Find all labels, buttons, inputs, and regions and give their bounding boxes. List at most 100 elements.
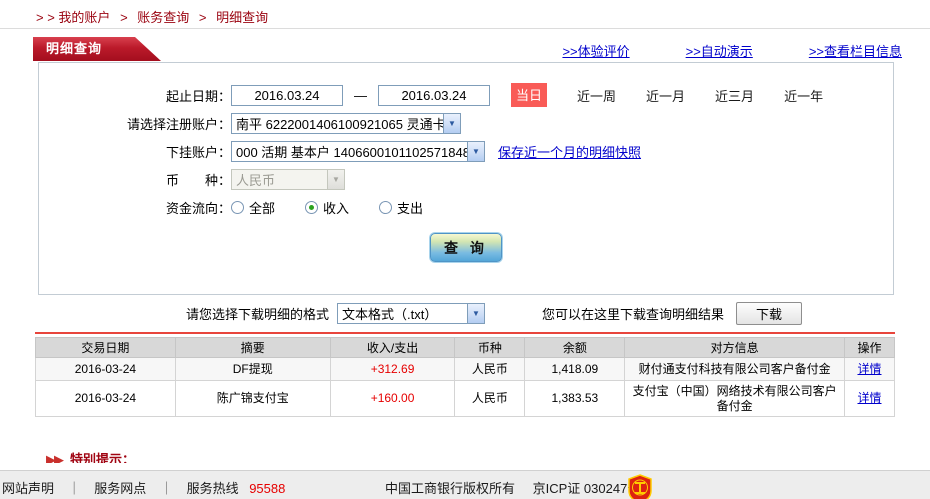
date-dash: — [354, 87, 367, 103]
flow-radio-income[interactable]: 收入 [305, 198, 349, 217]
header-counterparty: 对方信息 [624, 337, 845, 358]
download-format-label: 请您选择下载明细的格式 [186, 307, 330, 322]
hotline-label: 服务热线 [186, 481, 239, 496]
quick-range-month[interactable]: 近一月 [646, 86, 685, 105]
copyright-text: 中国工商银行版权所有 [385, 481, 516, 496]
detail-link[interactable]: 详情 [857, 391, 881, 405]
currency-row: 币 种： 人民币 ▼ [39, 165, 893, 193]
chevron-down-icon: ▼ [327, 169, 344, 189]
sub-account-select[interactable]: 000 活期 基本户 1406600101102571848 ▼ [231, 140, 485, 162]
radio-checked-icon [305, 200, 319, 214]
radio-icon [379, 200, 393, 214]
section-tab-title: 明细查询 [33, 37, 161, 61]
chevron-down-icon: ▼ [467, 304, 485, 323]
flow-radio-all-label: 全部 [249, 200, 276, 216]
download-hint: 您可以在这里下载查询明细结果 [542, 307, 725, 322]
breadcrumb-item-account-query[interactable]: 账务查询 [137, 10, 189, 25]
query-form: 起止日期： — 当日 近一周 近一月 近三月 近一年 请选择注册账户： 南平 6… [38, 62, 894, 295]
footer-separator: ｜ [67, 481, 81, 496]
top-divider [0, 28, 930, 29]
flow-radio-expense-label: 支出 [397, 200, 424, 216]
flow-row: 资金流向： 全部 收入 支出 [39, 193, 893, 221]
currency-value: 人民币 [236, 172, 276, 188]
breadcrumb-separator: > [198, 10, 207, 25]
flow-radio-group: 全部 收入 支出 [231, 198, 453, 217]
header-links: >>体验评价 >>自动演示 >>查看栏目信息 [562, 41, 902, 60]
header-currency: 币种 [454, 337, 526, 358]
hotline-number: 95588 [249, 481, 286, 496]
breadcrumb: > > 我的账户 > 账务查询 > 明细查询 [36, 7, 268, 26]
table-header-row: 交易日期 摘要 收入/支出 币种 余额 对方信息 操作 [35, 337, 895, 358]
breadcrumb-separator: > [120, 10, 128, 25]
breadcrumb-item-my-account[interactable]: 我的账户 [58, 10, 110, 25]
header-balance: 余额 [524, 337, 626, 358]
quick-range-today[interactable]: 当日 [511, 83, 548, 107]
auto-demo-link[interactable]: >>自动演示 [686, 41, 753, 60]
cell-counterparty: 财付通支付科技有限公司客户备付金 [624, 357, 845, 381]
cell-amount: +160.00 [329, 380, 456, 417]
query-button-row: 查 询 [39, 233, 893, 262]
date-from-input[interactable] [231, 84, 343, 106]
cell-currency: 人民币 [454, 357, 526, 381]
table-row: 2016-03-24 陈广锦支付宝 +160.00 人民币 1,383.53 支… [35, 380, 895, 417]
flow-radio-all[interactable]: 全部 [231, 198, 275, 217]
footer: 网站声明 ｜ 服务网点 ｜ 服务热线 95588 中国工商银行版权所有 京ICP… [0, 470, 930, 499]
currency-select: 人民币 ▼ [231, 168, 345, 190]
date-range-label: 起止日期： [165, 88, 231, 104]
cell-balance: 1,383.53 [524, 380, 626, 417]
breadcrumb-item-detail-query[interactable]: 明细查询 [216, 10, 268, 25]
cell-balance: 1,418.09 [524, 357, 626, 381]
cell-date: 2016-03-24 [35, 357, 176, 381]
radio-icon [231, 200, 244, 214]
site-statement-link[interactable]: 网站声明 [2, 481, 54, 496]
sub-account-row: 下挂账户： 000 活期 基本户 1406600101102571848 ▼ 保… [39, 137, 893, 165]
register-account-select[interactable]: 南平 6222001406100921065 灵通卡 ▼ [231, 112, 461, 134]
download-format-select[interactable]: 文本格式（.txt） ▼ [337, 303, 486, 324]
flow-radio-expense[interactable]: 支出 [379, 198, 423, 217]
quick-range-week[interactable]: 近一周 [577, 86, 616, 105]
experience-review-link[interactable]: >>体验评价 [562, 41, 629, 60]
security-shield-icon [628, 474, 652, 499]
quick-range-year[interactable]: 近一年 [784, 86, 823, 105]
header-summary: 摘要 [174, 337, 331, 358]
download-format-value: 文本格式（.txt） [342, 307, 438, 322]
table-row: 2016-03-24 DF提现 +312.69 人民币 1,418.09 财付通… [35, 357, 895, 381]
detail-link[interactable]: 详情 [857, 362, 881, 376]
cell-date: 2016-03-24 [35, 380, 176, 417]
breadcrumb-prefix: > > [36, 10, 55, 25]
page: > > 我的账户 > 账务查询 > 明细查询 明细查询 >>体验评价 >>自动演… [0, 0, 930, 499]
date-to-input[interactable] [378, 84, 490, 106]
sub-account-label: 下挂账户： [165, 144, 231, 160]
icp-number: 京ICP证 030247号 [532, 481, 641, 496]
download-button[interactable]: 下载 [736, 302, 803, 325]
table-top-red-divider [35, 332, 895, 334]
service-outlets-link[interactable]: 服务网点 [94, 481, 146, 496]
header-amount: 收入/支出 [329, 337, 456, 358]
snapshot-link[interactable]: 保存近一个月的明细快照 [498, 142, 641, 161]
cell-amount: +312.69 [329, 357, 456, 381]
notice-text: 特别提示： [70, 452, 136, 463]
cell-summary: 陈广锦支付宝 [174, 380, 331, 417]
query-button[interactable]: 查 询 [430, 233, 502, 262]
notice-arrows-icon: ▶▶ [46, 452, 64, 463]
result-table: 交易日期 摘要 收入/支出 币种 余额 对方信息 操作 2016-03-24 D… [35, 337, 895, 417]
header-action: 操作 [844, 337, 895, 358]
quick-range-quarter[interactable]: 近三月 [715, 86, 754, 105]
cell-summary: DF提现 [174, 357, 331, 381]
column-info-link[interactable]: >>查看栏目信息 [809, 41, 902, 60]
register-account-row: 请选择注册账户： 南平 6222001406100921065 灵通卡 ▼ [39, 109, 893, 137]
header-date: 交易日期 [35, 337, 176, 358]
footer-links: 网站声明 ｜ 服务网点 ｜ 服务热线 95588 [2, 478, 285, 497]
cell-currency: 人民币 [454, 380, 526, 417]
footer-separator: ｜ [159, 481, 173, 496]
chevron-down-icon: ▼ [467, 141, 484, 161]
download-row: 请您选择下载明细的格式 文本格式（.txt） ▼ 您可以在这里下载查询明细结果 … [38, 301, 894, 326]
register-account-label: 请选择注册账户： [126, 116, 231, 132]
special-notice: ▶▶ 特别提示： [46, 452, 135, 463]
sub-account-value: 000 活期 基本户 1406600101102571848 [236, 144, 467, 160]
cell-counterparty: 支付宝（中国）网络技术有限公司客户备付金 [624, 380, 845, 417]
footer-copyright: 中国工商银行版权所有 京ICP证 030247号 [385, 478, 640, 497]
currency-label: 币 种： [165, 172, 231, 188]
flow-label: 资金流向： [165, 200, 231, 216]
date-range-row: 起止日期： — 当日 近一周 近一月 近三月 近一年 [39, 81, 893, 109]
